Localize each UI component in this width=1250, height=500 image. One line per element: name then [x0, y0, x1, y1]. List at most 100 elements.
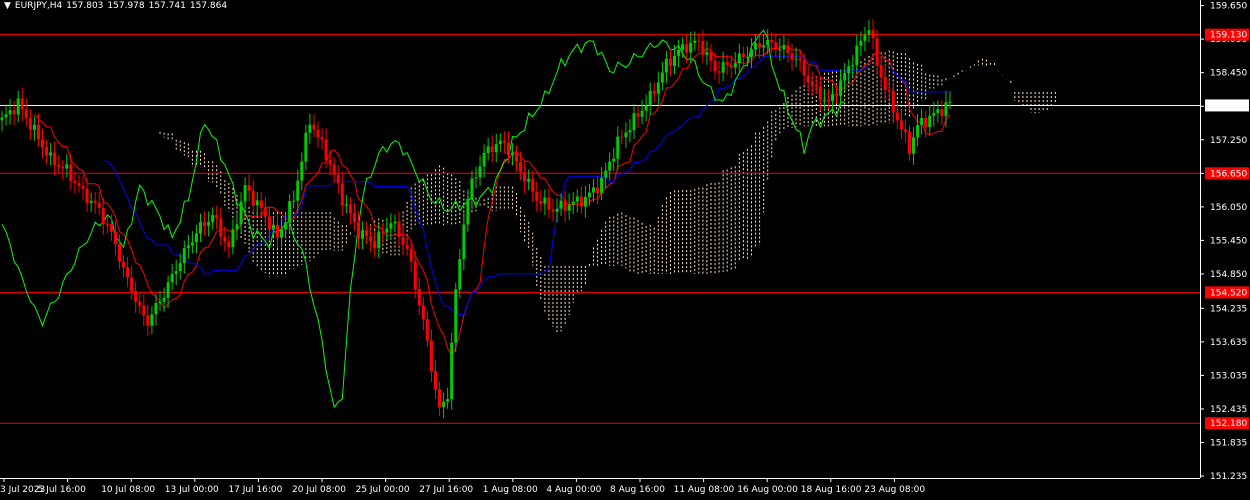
candle-body [194, 233, 198, 243]
candle-body [417, 288, 421, 306]
candle-body [324, 139, 328, 161]
candle-body [259, 200, 263, 209]
candle-body [462, 224, 466, 260]
candle-body [199, 222, 203, 234]
candle-body [887, 89, 891, 91]
candle-body [235, 224, 239, 230]
candle-body [348, 204, 352, 214]
candle-body [393, 221, 397, 224]
candle-body [174, 271, 178, 274]
candle-body [243, 185, 247, 202]
level-price-tag-label: 154.520 [1210, 288, 1247, 298]
candle-body [433, 371, 437, 390]
y-tick-label: 151.235 [1210, 472, 1247, 482]
candle-body [405, 244, 409, 249]
candle-body [835, 93, 839, 96]
chart-area[interactable]: 159.650159.050158.450157.850157.250156.6… [0, 0, 1250, 500]
candle-body [97, 202, 101, 208]
candle-body [871, 30, 875, 39]
x-tick-label: 4 Aug 00:00 [546, 485, 601, 495]
x-tick-label: 23 Aug 08:00 [864, 485, 925, 495]
candle-body [117, 244, 121, 262]
candle-body [308, 124, 312, 133]
candle-body [567, 204, 571, 211]
horizontal-levels[interactable] [0, 34, 1200, 424]
candle-body [288, 201, 292, 223]
candle-body [442, 401, 446, 408]
candle-body [701, 41, 705, 55]
candle-body [620, 136, 624, 138]
symbol-label: EURJPY,H4 [14, 1, 63, 11]
x-tick-label: 16 Aug 00:00 [737, 485, 798, 495]
candle-body [782, 45, 786, 50]
level-price-tag-label: 152.180 [1210, 419, 1247, 429]
candle-body [304, 132, 308, 162]
x-tick-label: 17 Jul 16:00 [228, 485, 282, 495]
candle-body [713, 60, 717, 72]
candle-body [36, 124, 40, 140]
candle-body [49, 152, 53, 156]
candle-body [300, 161, 304, 181]
candle-body [741, 53, 745, 57]
candle-body [340, 183, 344, 206]
y-tick-label: 156.050 [1210, 203, 1247, 213]
candle-body [794, 58, 798, 60]
candle-body [203, 222, 207, 226]
candle-body [361, 230, 365, 239]
ohlc-close: 157.864 [189, 1, 228, 11]
candle-body [944, 102, 948, 117]
candle-body [365, 230, 369, 237]
candle-body [559, 200, 563, 209]
candle-body [77, 182, 81, 186]
candle-body [425, 319, 429, 341]
y-tick-label: 154.235 [1210, 304, 1247, 314]
candle-body [45, 147, 49, 156]
candle-body [729, 64, 733, 68]
candle-body [673, 55, 677, 66]
candle-body [275, 224, 279, 238]
candle-body [454, 289, 458, 343]
candle-body [352, 213, 356, 223]
y-tick-label: 155.450 [1210, 236, 1247, 246]
candle-body [912, 137, 916, 154]
candle-body [357, 222, 361, 239]
candle-body [239, 201, 243, 225]
x-tick-label: 20 Jul 08:00 [292, 485, 346, 495]
candle-body [798, 58, 802, 61]
current-price-tag-label: 157.864 [1210, 101, 1247, 111]
candle-body [903, 129, 907, 132]
candle-body [316, 129, 320, 138]
candle-body [409, 248, 413, 262]
candle-body [851, 64, 855, 67]
candle-body [632, 113, 636, 131]
candle-body [377, 231, 381, 249]
candle-body [170, 273, 174, 283]
candle-body [847, 66, 851, 74]
candle-body [648, 90, 652, 106]
price-axis[interactable]: 159.650159.050158.450157.850157.250156.6… [1200, 2, 1247, 482]
chart-frame [0, 0, 1201, 479]
candle-body [831, 93, 835, 101]
candle-body [697, 40, 701, 42]
candle-body [85, 188, 89, 203]
candle-body [207, 222, 211, 226]
candle-body [778, 49, 782, 51]
candle-body [539, 200, 543, 204]
candle-body [891, 90, 895, 113]
candle-body [895, 112, 899, 121]
y-tick-label: 153.635 [1210, 338, 1247, 348]
candle-body [717, 71, 721, 73]
collapse-triangle-icon[interactable]: ▼ [4, 1, 11, 11]
candle-body [190, 242, 194, 246]
candle-body [219, 218, 223, 237]
time-axis[interactable]: 3 Jul 20235 Jul 16:00 10 Jul 08:00 13 Jul … [0, 478, 925, 495]
x-tick-label: 18 Aug 16:00 [801, 485, 862, 495]
candle-body [20, 98, 24, 110]
candle-body [745, 56, 749, 58]
candle-body [604, 170, 608, 178]
candle-body [519, 161, 523, 173]
candle-body [284, 222, 288, 230]
candle-body [8, 110, 12, 115]
candle-body [466, 198, 470, 225]
candle-body [948, 101, 952, 103]
